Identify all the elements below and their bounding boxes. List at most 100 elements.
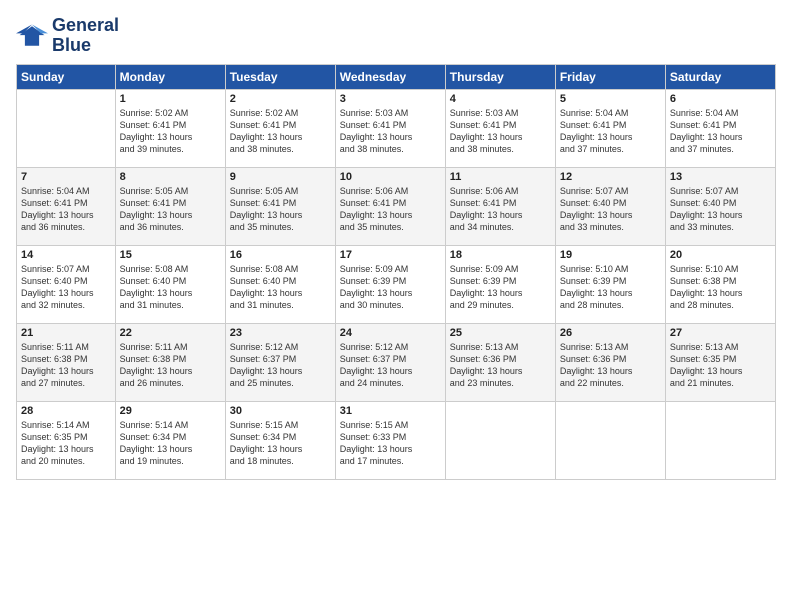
day-number: 19 <box>560 249 661 261</box>
day-number: 13 <box>670 171 771 183</box>
day-number: 25 <box>450 327 551 339</box>
day-number: 8 <box>120 171 221 183</box>
weekday-header-row: SundayMondayTuesdayWednesdayThursdayFrid… <box>17 64 776 89</box>
calendar-cell: 3 Sunrise: 5:03 AMSunset: 6:41 PMDaylight… <box>335 89 445 167</box>
day-number: 2 <box>230 93 331 105</box>
day-number: 14 <box>21 249 111 261</box>
day-info: Sunrise: 5:13 AMSunset: 6:35 PMDaylight:… <box>670 341 771 390</box>
day-number: 18 <box>450 249 551 261</box>
day-info: Sunrise: 5:11 AMSunset: 6:38 PMDaylight:… <box>21 341 111 390</box>
calendar-cell: 12 Sunrise: 5:07 AMSunset: 6:40 PMDayligh… <box>555 167 665 245</box>
calendar-cell: 17 Sunrise: 5:09 AMSunset: 6:39 PMDayligh… <box>335 245 445 323</box>
day-info: Sunrise: 5:11 AMSunset: 6:38 PMDaylight:… <box>120 341 221 390</box>
day-info: Sunrise: 5:08 AMSunset: 6:40 PMDaylight:… <box>120 263 221 312</box>
day-info: Sunrise: 5:07 AMSunset: 6:40 PMDaylight:… <box>21 263 111 312</box>
day-info: Sunrise: 5:09 AMSunset: 6:39 PMDaylight:… <box>340 263 441 312</box>
calendar-week-row: 14 Sunrise: 5:07 AMSunset: 6:40 PMDayligh… <box>17 245 776 323</box>
calendar-cell: 29Sunrise: 5:14 AMSunset: 6:34 PMDayligh… <box>115 401 225 479</box>
day-number: 20 <box>670 249 771 261</box>
calendar-cell: 11 Sunrise: 5:06 AMSunset: 6:41 PMDayligh… <box>445 167 555 245</box>
calendar-cell <box>17 89 116 167</box>
day-number: 31 <box>340 405 441 417</box>
day-number: 12 <box>560 171 661 183</box>
day-info: Sunrise: 5:07 AMSunset: 6:40 PMDaylight:… <box>560 185 661 234</box>
calendar-cell: 16 Sunrise: 5:08 AMSunset: 6:40 PMDayligh… <box>225 245 335 323</box>
calendar-cell: 8 Sunrise: 5:05 AMSunset: 6:41 PMDaylight… <box>115 167 225 245</box>
weekday-header-friday: Friday <box>555 64 665 89</box>
weekday-header-sunday: Sunday <box>17 64 116 89</box>
day-number: 17 <box>340 249 441 261</box>
calendar-cell <box>665 401 775 479</box>
day-info: Sunrise: 5:14 AMSunset: 6:35 PMDaylight:… <box>21 419 111 468</box>
weekday-header-tuesday: Tuesday <box>225 64 335 89</box>
day-number: 5 <box>560 93 661 105</box>
day-info: Sunrise: 5:03 AMSunset: 6:41 PMDaylight:… <box>340 107 441 156</box>
day-number: 4 <box>450 93 551 105</box>
day-info: Sunrise: 5:06 AMSunset: 6:41 PMDaylight:… <box>450 185 551 234</box>
calendar-cell: 15 Sunrise: 5:08 AMSunset: 6:40 PMDayligh… <box>115 245 225 323</box>
day-number: 3 <box>340 93 441 105</box>
day-info: Sunrise: 5:15 AMSunset: 6:33 PMDaylight:… <box>340 419 441 468</box>
calendar-cell: 18 Sunrise: 5:09 AMSunset: 6:39 PMDayligh… <box>445 245 555 323</box>
calendar-cell: 21Sunrise: 5:11 AMSunset: 6:38 PMDayligh… <box>17 323 116 401</box>
calendar-cell: 20 Sunrise: 5:10 AMSunset: 6:38 PMDayligh… <box>665 245 775 323</box>
day-info: Sunrise: 5:08 AMSunset: 6:40 PMDaylight:… <box>230 263 331 312</box>
calendar-cell: 26 Sunrise: 5:13 AMSunset: 6:36 PMDayligh… <box>555 323 665 401</box>
calendar-week-row: 1 Sunrise: 5:02 AMSunset: 6:41 PMDaylight… <box>17 89 776 167</box>
calendar-cell: 6Sunrise: 5:04 AMSunset: 6:41 PMDaylight… <box>665 89 775 167</box>
day-info: Sunrise: 5:13 AMSunset: 6:36 PMDaylight:… <box>560 341 661 390</box>
day-number: 6 <box>670 93 771 105</box>
day-info: Sunrise: 5:05 AMSunset: 6:41 PMDaylight:… <box>120 185 221 234</box>
calendar-cell: 7 Sunrise: 5:04 AMSunset: 6:41 PMDaylight… <box>17 167 116 245</box>
calendar-cell: 10Sunrise: 5:06 AMSunset: 6:41 PMDayligh… <box>335 167 445 245</box>
calendar-week-row: 7 Sunrise: 5:04 AMSunset: 6:41 PMDaylight… <box>17 167 776 245</box>
calendar-cell: 30 Sunrise: 5:15 AMSunset: 6:34 PMDayligh… <box>225 401 335 479</box>
day-number: 24 <box>340 327 441 339</box>
calendar-cell: 14 Sunrise: 5:07 AMSunset: 6:40 PMDayligh… <box>17 245 116 323</box>
day-number: 27 <box>670 327 771 339</box>
calendar-cell: 28 Sunrise: 5:14 AMSunset: 6:35 PMDayligh… <box>17 401 116 479</box>
calendar-cell <box>555 401 665 479</box>
day-info: Sunrise: 5:12 AMSunset: 6:37 PMDaylight:… <box>340 341 441 390</box>
logo-icon <box>16 22 48 50</box>
day-info: Sunrise: 5:15 AMSunset: 6:34 PMDaylight:… <box>230 419 331 468</box>
day-number: 1 <box>120 93 221 105</box>
calendar-cell: 9Sunrise: 5:05 AMSunset: 6:41 PMDaylight… <box>225 167 335 245</box>
day-number: 30 <box>230 405 331 417</box>
calendar-cell: 1 Sunrise: 5:02 AMSunset: 6:41 PMDaylight… <box>115 89 225 167</box>
day-info: Sunrise: 5:12 AMSunset: 6:37 PMDaylight:… <box>230 341 331 390</box>
weekday-header-thursday: Thursday <box>445 64 555 89</box>
weekday-header-wednesday: Wednesday <box>335 64 445 89</box>
weekday-header-saturday: Saturday <box>665 64 775 89</box>
day-info: Sunrise: 5:04 AMSunset: 6:41 PMDaylight:… <box>560 107 661 156</box>
day-number: 22 <box>120 327 221 339</box>
day-info: Sunrise: 5:04 AMSunset: 6:41 PMDaylight:… <box>21 185 111 234</box>
logo-text: General Blue <box>52 16 119 56</box>
day-info: Sunrise: 5:14 AMSunset: 6:34 PMDaylight:… <box>120 419 221 468</box>
day-number: 11 <box>450 171 551 183</box>
calendar-cell: 23 Sunrise: 5:12 AMSunset: 6:37 PMDayligh… <box>225 323 335 401</box>
day-info: Sunrise: 5:03 AMSunset: 6:41 PMDaylight:… <box>450 107 551 156</box>
day-number: 28 <box>21 405 111 417</box>
calendar-cell: 5 Sunrise: 5:04 AMSunset: 6:41 PMDaylight… <box>555 89 665 167</box>
day-info: Sunrise: 5:02 AMSunset: 6:41 PMDaylight:… <box>120 107 221 156</box>
weekday-header-monday: Monday <box>115 64 225 89</box>
calendar-cell: 24 Sunrise: 5:12 AMSunset: 6:37 PMDayligh… <box>335 323 445 401</box>
calendar-cell: 31 Sunrise: 5:15 AMSunset: 6:33 PMDayligh… <box>335 401 445 479</box>
day-info: Sunrise: 5:13 AMSunset: 6:36 PMDaylight:… <box>450 341 551 390</box>
day-number: 15 <box>120 249 221 261</box>
logo: General Blue <box>16 16 119 56</box>
day-number: 23 <box>230 327 331 339</box>
calendar-week-row: 28 Sunrise: 5:14 AMSunset: 6:35 PMDayligh… <box>17 401 776 479</box>
day-info: Sunrise: 5:05 AMSunset: 6:41 PMDaylight:… <box>230 185 331 234</box>
day-info: Sunrise: 5:10 AMSunset: 6:38 PMDaylight:… <box>670 263 771 312</box>
calendar-table: SundayMondayTuesdayWednesdayThursdayFrid… <box>16 64 776 480</box>
header: General Blue <box>16 16 776 56</box>
calendar-cell <box>445 401 555 479</box>
day-info: Sunrise: 5:09 AMSunset: 6:39 PMDaylight:… <box>450 263 551 312</box>
calendar-cell: 22 Sunrise: 5:11 AMSunset: 6:38 PMDayligh… <box>115 323 225 401</box>
day-number: 16 <box>230 249 331 261</box>
day-number: 26 <box>560 327 661 339</box>
day-number: 7 <box>21 171 111 183</box>
calendar-cell: 19Sunrise: 5:10 AMSunset: 6:39 PMDayligh… <box>555 245 665 323</box>
